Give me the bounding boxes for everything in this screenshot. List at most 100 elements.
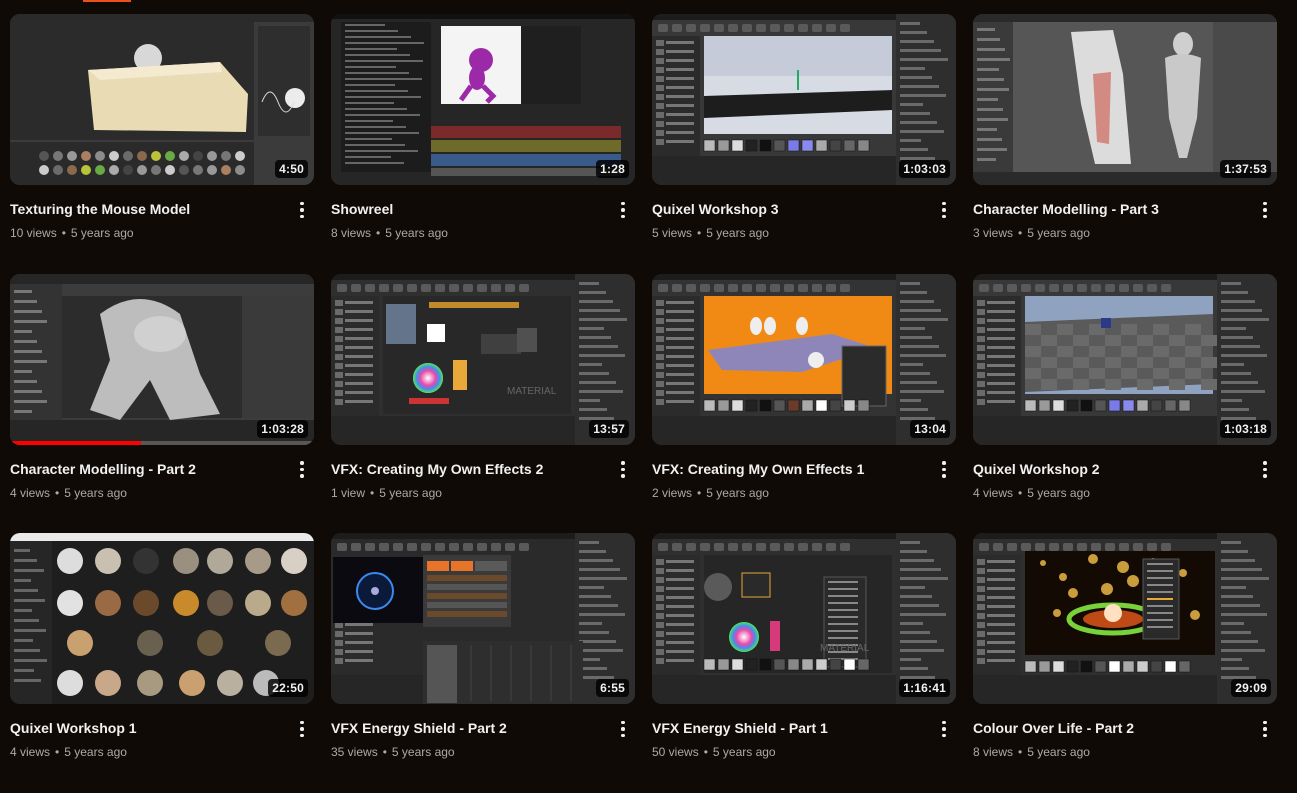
view-count: 35 views (331, 745, 378, 759)
view-count: 5 views (652, 226, 693, 240)
video-card[interactable]: 13:04 VFX: Creating My Own Effects 1 2 v… (652, 273, 956, 534)
video-stats: 8 views • 5 years ago (973, 744, 1247, 760)
more-options-icon[interactable] (611, 199, 635, 221)
more-options-icon[interactable] (932, 459, 956, 481)
video-thumbnail[interactable]: 13:04 (652, 273, 956, 445)
video-thumbnail[interactable]: 6:55 (331, 533, 635, 704)
video-card[interactable]: MATERIAL 1:16:41 VFX Energy Shield - Par… (652, 533, 956, 793)
thumbnail-image (10, 14, 314, 185)
more-options-icon[interactable] (1253, 718, 1277, 740)
video-card[interactable]: MATERIAL 13:57 VFX: Creating My Own Effe… (331, 273, 635, 534)
video-thumbnail[interactable]: 1:03:28 (10, 273, 314, 445)
separator-dot: • (382, 745, 387, 759)
more-options-icon[interactable] (932, 718, 956, 740)
video-details: Quixel Workshop 3 5 views • 5 years ago (652, 185, 956, 241)
video-title[interactable]: Character Modelling - Part 3 (973, 200, 1247, 218)
video-thumbnail[interactable]: 1:03:18 (973, 273, 1277, 445)
video-stats: 1 view • 5 years ago (331, 485, 605, 501)
video-stats: 10 views • 5 years ago (10, 225, 284, 241)
duration-badge: 1:28 (596, 160, 629, 178)
view-count: 50 views (652, 745, 699, 759)
thumbnail-image (331, 533, 635, 704)
video-stats: 8 views • 5 years ago (331, 225, 605, 241)
video-card[interactable]: 1:03:03 Quixel Workshop 3 5 views • 5 year… (652, 14, 956, 274)
video-details: Quixel Workshop 2 4 views • 5 years ago (973, 445, 1277, 501)
video-stats: 50 views • 5 years ago (652, 744, 926, 760)
video-thumbnail[interactable]: 1:28 (331, 14, 635, 185)
video-title[interactable]: Quixel Workshop 2 (973, 460, 1247, 478)
video-thumbnail[interactable]: 4:50 (10, 14, 314, 185)
svg-text:MATERIAL: MATERIAL (820, 643, 870, 654)
more-options-icon[interactable] (1253, 199, 1277, 221)
video-stats: 4 views • 5 years ago (973, 485, 1247, 501)
video-thumbnail[interactable]: MATERIAL 13:57 (331, 273, 635, 445)
more-options-icon[interactable] (611, 459, 635, 481)
more-options-icon[interactable] (290, 199, 314, 221)
video-details: VFX: Creating My Own Effects 1 2 views • 5… (652, 445, 956, 501)
video-details: Character Modelling - Part 2 4 views • 5 y… (10, 445, 314, 501)
upload-age: 5 years ago (1027, 485, 1090, 500)
video-stats: 4 views • 5 years ago (10, 485, 284, 501)
video-card[interactable]: 1:37:53 Character Modelling - Part 3 3 v… (973, 14, 1277, 274)
thumbnail-image (973, 533, 1277, 704)
video-title[interactable]: Colour Over Life - Part 2 (973, 719, 1247, 737)
tab-indicator (83, 0, 131, 2)
video-title[interactable]: Character Modelling - Part 2 (10, 460, 284, 478)
duration-badge: 6:55 (596, 679, 629, 697)
video-stats: 5 views • 5 years ago (652, 225, 926, 241)
separator-dot: • (1018, 485, 1023, 500)
video-title[interactable]: VFX: Creating My Own Effects 1 (652, 460, 926, 478)
thumbnail-image (10, 533, 314, 704)
more-options-icon[interactable] (611, 718, 635, 740)
video-card[interactable]: 29:09 Colour Over Life - Part 2 8 views •… (973, 533, 1277, 793)
video-title[interactable]: Quixel Workshop 1 (10, 719, 284, 737)
video-details: Quixel Workshop 1 4 views • 5 years ago (10, 704, 314, 760)
duration-badge: 22:50 (268, 679, 308, 697)
upload-age: 5 years ago (70, 226, 134, 240)
video-stats: 35 views • 5 years ago (331, 744, 605, 760)
video-thumbnail[interactable]: 1:37:53 (973, 14, 1277, 185)
video-card[interactable]: 6:55 VFX Energy Shield - Part 2 35 views… (331, 533, 635, 793)
video-title[interactable]: VFX Energy Shield - Part 1 (652, 719, 926, 737)
video-details: Showreel 8 views • 5 years ago (331, 185, 635, 241)
more-options-icon[interactable] (932, 199, 956, 221)
video-thumbnail[interactable]: 22:50 (10, 533, 314, 704)
video-title[interactable]: VFX: Creating My Own Effects 2 (331, 460, 605, 478)
upload-age: 5 years ago (1027, 226, 1090, 240)
video-thumbnail[interactable]: 1:03:03 (652, 14, 956, 185)
view-count: 3 views (973, 226, 1014, 240)
video-details: VFX Energy Shield - Part 1 50 views • 5 ye… (652, 704, 956, 760)
upload-age: 5 years ago (64, 745, 127, 759)
video-stats: 2 views • 5 years ago (652, 485, 926, 501)
video-thumbnail[interactable]: 29:09 (973, 533, 1277, 704)
video-details: Colour Over Life - Part 2 8 views • 5 year… (973, 704, 1277, 760)
separator-dot: • (697, 226, 702, 240)
thumbnail-image: MATERIAL (331, 273, 635, 445)
video-title[interactable]: Quixel Workshop 3 (652, 200, 926, 218)
duration-badge: 4:50 (275, 160, 308, 178)
video-title[interactable]: Texturing the Mouse Model (10, 200, 284, 218)
thumbnail-image (652, 273, 956, 445)
upload-age: 5 years ago (391, 745, 455, 759)
upload-age: 5 years ago (712, 745, 776, 759)
upload-age: 5 years ago (706, 226, 769, 240)
video-stats: 4 views • 5 years ago (10, 744, 284, 760)
duration-badge: 1:37:53 (1220, 160, 1271, 178)
more-options-icon[interactable] (290, 718, 314, 740)
video-details: VFX Energy Shield - Part 2 35 views • 5 ye… (331, 704, 635, 760)
more-options-icon[interactable] (1253, 459, 1277, 481)
view-count: 4 views (973, 485, 1014, 500)
video-card[interactable]: 1:03:18 Quixel Workshop 2 4 views • 5 year… (973, 273, 1277, 534)
video-thumbnail[interactable]: MATERIAL 1:16:41 (652, 533, 956, 704)
video-details: Character Modelling - Part 3 3 views • 5 y… (973, 185, 1277, 241)
video-card[interactable]: 4:50 Texturing the Mouse Model 10 views •… (10, 14, 314, 274)
video-card[interactable]: 22:50 Quixel Workshop 1 4 views • 5 years … (10, 533, 314, 793)
video-card[interactable]: 1:03:28 Character Modelling - Part 2 4 v… (10, 273, 314, 534)
video-details: Texturing the Mouse Model 10 views • 5 yea… (10, 185, 314, 241)
separator-dot: • (376, 226, 381, 240)
video-title[interactable]: VFX Energy Shield - Part 2 (331, 719, 605, 737)
video-title[interactable]: Showreel (331, 200, 605, 218)
separator-dot: • (370, 485, 375, 500)
more-options-icon[interactable] (290, 459, 314, 481)
video-card[interactable]: 1:28 Showreel 8 views • 5 years ago (331, 14, 635, 274)
